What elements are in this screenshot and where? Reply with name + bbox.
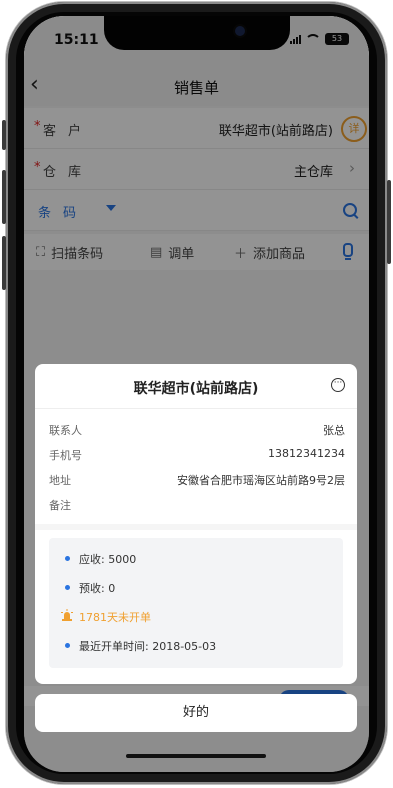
phone-side-button bbox=[2, 170, 6, 224]
phone-side-button bbox=[387, 180, 391, 264]
dialog-header: 联华超市(站前路店) ··· bbox=[35, 364, 357, 409]
address-row: 地址 安徽省合肥市瑶海区站前路9号2层 bbox=[49, 472, 345, 488]
app-screen: 15:11 53 ‹ 销售单 * 客户 联华超市(站前路店) 详 * 仓库 主仓… bbox=[24, 16, 369, 772]
divider bbox=[35, 524, 357, 530]
info-label: 联系人 bbox=[49, 424, 82, 437]
receivable-text: 应收: 5000 bbox=[79, 553, 137, 566]
info-label: 手机号 bbox=[49, 449, 82, 462]
phone-side-button bbox=[2, 120, 6, 150]
bullet-icon bbox=[65, 556, 70, 561]
customer-info-dialog: 联华超市(站前路店) ··· 联系人 张总 手机号 13812341234 地址… bbox=[35, 364, 357, 684]
info-label: 备注 bbox=[49, 499, 71, 512]
last-order-date-text: 最近开单时间: 2018-05-03 bbox=[79, 640, 217, 653]
info-value: 张总 bbox=[323, 424, 345, 437]
phone-side-button bbox=[2, 236, 6, 290]
bullet-icon bbox=[65, 585, 70, 590]
contact-row: 联系人 张总 bbox=[49, 422, 345, 438]
bullet-icon bbox=[65, 643, 70, 648]
dialog-title: 联华超市(站前路店) bbox=[133, 381, 259, 397]
warning-text: 1781天未开单 bbox=[79, 611, 151, 624]
remark-row: 备注 bbox=[49, 497, 345, 513]
prepaid-text: 预收: 0 bbox=[79, 582, 116, 595]
info-value: 13812341234 bbox=[268, 447, 345, 460]
info-label: 地址 bbox=[49, 474, 71, 487]
phone-row: 手机号 13812341234 bbox=[49, 447, 345, 463]
ok-button[interactable]: 好的 bbox=[35, 694, 357, 732]
alarm-icon bbox=[61, 609, 73, 621]
stats-box: 应收: 5000 预收: 0 1781天未开单 最近开单时间: 2018-05-… bbox=[49, 538, 343, 668]
home-indicator[interactable] bbox=[126, 754, 266, 758]
info-value: 安徽省合肥市瑶海区站前路9号2层 bbox=[177, 474, 345, 487]
more-icon[interactable]: ··· bbox=[331, 378, 345, 392]
